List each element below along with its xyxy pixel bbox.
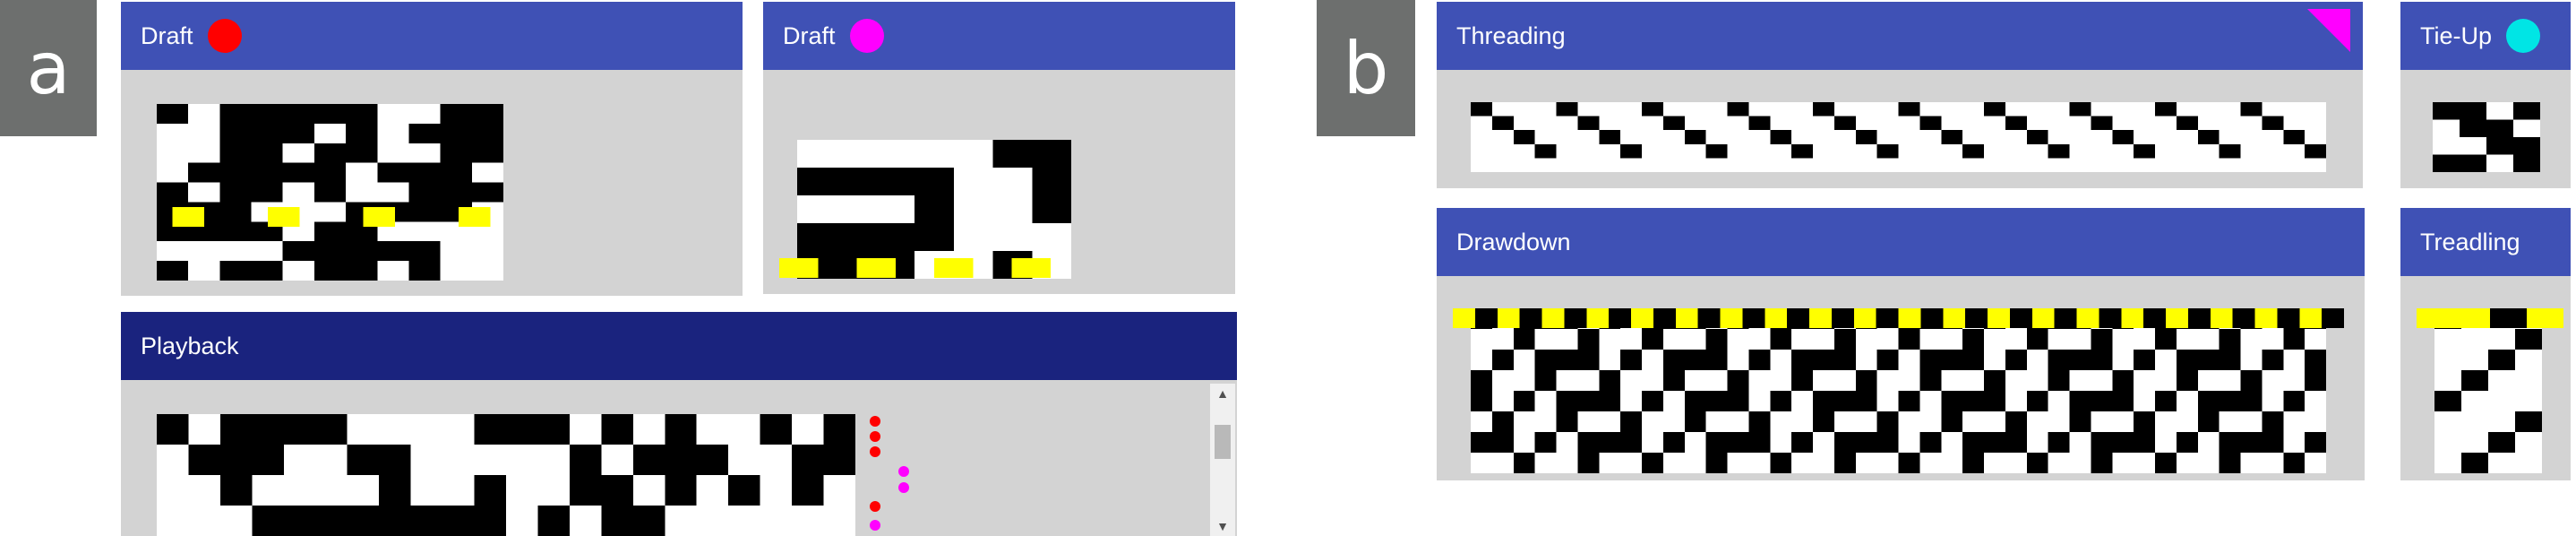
draft-1-highlight-row — [141, 207, 522, 227]
scroll-up-icon[interactable]: ▲ — [1210, 384, 1235, 403]
triangle-icon[interactable] — [2307, 9, 2350, 52]
playback-panel-header: Playback — [121, 312, 1237, 380]
playback-marker-red — [870, 431, 880, 442]
threading-grid[interactable] — [1471, 102, 2326, 172]
draft-1-pattern-grid[interactable] — [157, 104, 503, 281]
draft-panel-1-title: Draft — [141, 22, 193, 49]
playback-pattern-grid[interactable] — [157, 414, 855, 536]
treadling-grid[interactable] — [2434, 308, 2542, 473]
playback-marker-magenta — [870, 520, 880, 531]
tieup-panel-title: Tie-Up — [2420, 22, 2493, 49]
playback-marker-red — [870, 501, 880, 512]
magenta-dot-icon[interactable] — [849, 19, 884, 53]
playback-scrollbar[interactable]: ▲ ▼ — [1210, 384, 1235, 536]
draft-panel-2: Draft — [763, 2, 1235, 294]
drawdown-panel-title: Drawdown — [1456, 228, 1571, 255]
drawdown-grid[interactable] — [1471, 308, 2326, 473]
treadling-panel-title: Treadling — [2420, 228, 2520, 255]
draft-panel-2-header: Draft — [763, 2, 1235, 70]
draft-2-highlight-row — [779, 258, 1089, 278]
playback-marker-red — [870, 416, 880, 427]
red-dot-icon[interactable] — [207, 19, 242, 53]
drawdown-panel: Drawdown — [1437, 208, 2365, 480]
playback-panel: Playback ▲ ▼ — [121, 312, 1237, 536]
tieup-panel-header: Tie-Up — [2400, 2, 2571, 70]
draft-panel-2-title: Draft — [783, 22, 836, 49]
treadling-panel-header: Treadling — [2400, 208, 2571, 276]
playback-panel-title: Playback — [141, 332, 239, 359]
threading-panel-header: Threading — [1437, 2, 2363, 70]
drawdown-highlight-row — [1453, 308, 2344, 328]
treadling-panel: Treadling — [2400, 208, 2571, 480]
playback-marker-magenta — [898, 482, 909, 493]
playback-marker-magenta — [898, 466, 909, 477]
figure-label-b: b — [1317, 0, 1415, 136]
threading-panel-title: Threading — [1456, 22, 1566, 49]
scroll-down-icon[interactable]: ▼ — [1210, 516, 1235, 536]
tieup-panel: Tie-Up — [2400, 2, 2571, 188]
tieup-grid[interactable] — [2433, 102, 2540, 172]
figure-label-a: a — [0, 0, 97, 136]
drawdown-panel-header: Drawdown — [1437, 208, 2365, 276]
cyan-dot-icon[interactable] — [2506, 19, 2541, 53]
scroll-thumb[interactable] — [1215, 425, 1231, 459]
playback-marker-red — [870, 446, 880, 457]
threading-panel: Threading — [1437, 2, 2363, 188]
draft-panel-1-header: Draft — [121, 2, 743, 70]
draft-panel-1: Draft — [121, 2, 743, 296]
treadling-highlight-row — [2417, 308, 2563, 328]
